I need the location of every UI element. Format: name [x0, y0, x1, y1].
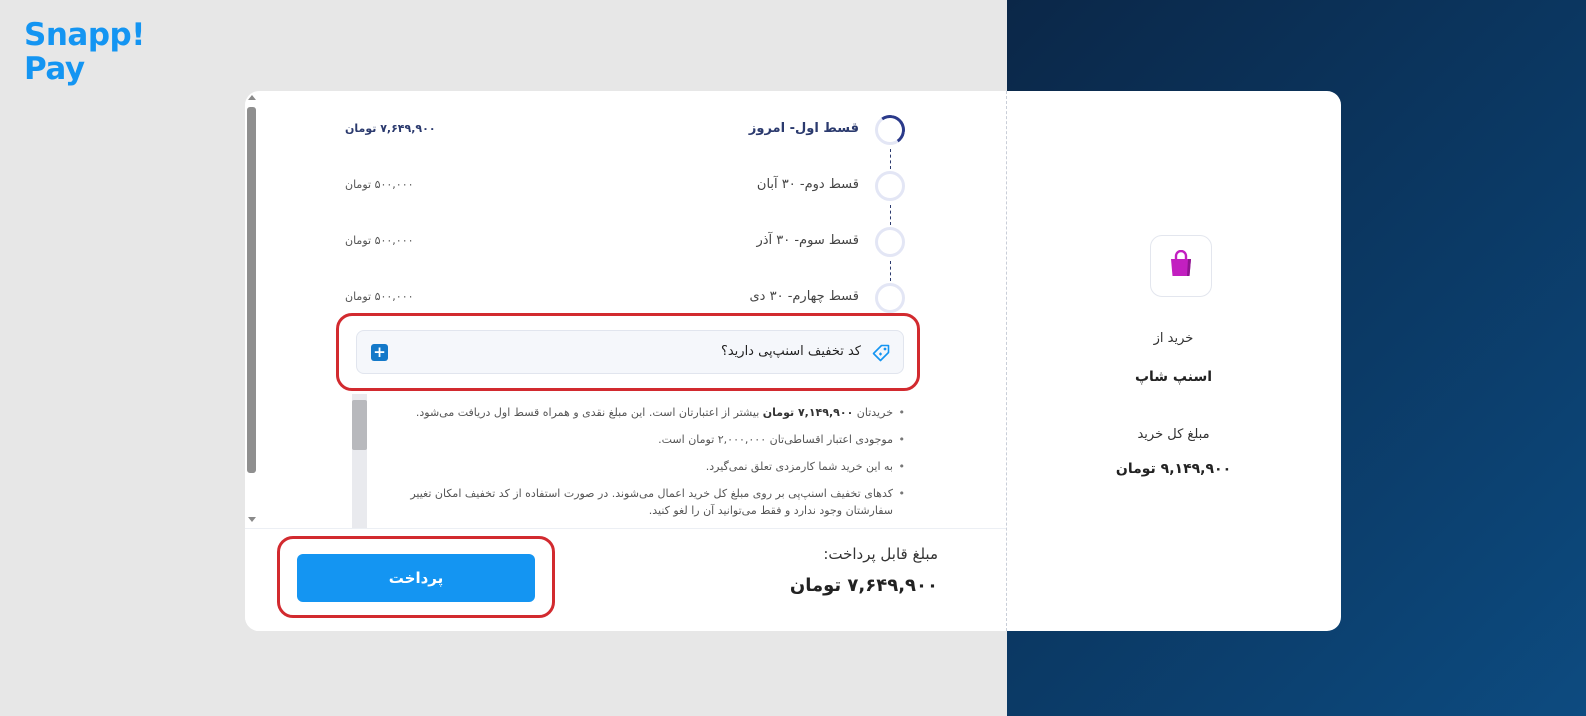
installment-row-2: قسط دوم- ۳۰ آبان ۵۰۰,۰۰۰ تومان [345, 167, 905, 207]
scrollbar[interactable] [245, 91, 259, 531]
notes-scrollbar[interactable] [352, 394, 367, 528]
timeline-dot-icon [875, 227, 905, 257]
payable-amount: ۷,۶۴۹,۹۰۰ تومان [789, 575, 938, 596]
pay-button-highlight: پرداخت [277, 536, 555, 618]
payable-summary: مبلغ قابل پرداخت: ۷,۶۴۹,۹۰۰ تومان [678, 545, 938, 596]
scroll-up-arrow-icon[interactable] [248, 95, 256, 100]
installment-row-1: قسط اول- امروز ۷,۶۴۹,۹۰۰ تومان [345, 111, 905, 151]
shop-logo [1150, 235, 1212, 297]
timeline-dot-icon [875, 171, 905, 201]
timeline-connector [890, 261, 891, 281]
installment-row-3: قسط سوم- ۳۰ آذر ۵۰۰,۰۰۰ تومان [345, 223, 905, 263]
installment-title: قسط دوم- ۳۰ آبان [756, 177, 859, 192]
installment-amount: ۵۰۰,۰۰۰ تومان [345, 234, 414, 247]
discount-label: کد تخفیف اسنپ‌پی دارید؟ [720, 344, 861, 359]
tag-icon [871, 343, 891, 367]
shopping-bag-icon [1168, 249, 1194, 282]
installment-amount: ۵۰۰,۰۰۰ تومان [345, 178, 414, 191]
note-item: خریدتان ۷,۱۴۹,۹۰۰ تومان بیشتر از اعتبارت… [392, 404, 905, 421]
checkout-card: قسط اول- امروز ۷,۶۴۹,۹۰۰ تومان قسط دوم- … [245, 91, 1341, 631]
progress-ring-icon [875, 115, 905, 145]
installment-title: قسط چهارم- ۳۰ دی [749, 289, 859, 304]
total-amount-value: ۹,۱۴۹,۹۰۰ تومان [1115, 461, 1232, 477]
discount-highlight: کد تخفیف اسنپ‌پی دارید؟ + [336, 313, 920, 391]
notes-scrollbar-thumb[interactable] [352, 400, 367, 450]
timeline-dot-icon [875, 283, 905, 313]
discount-code-toggle[interactable]: کد تخفیف اسنپ‌پی دارید؟ + [356, 330, 904, 374]
pay-button[interactable]: پرداخت [297, 554, 535, 602]
note-item: موجودی اعتبار اقساطی‌تان ۲,۰۰۰,۰۰۰ تومان… [392, 431, 905, 448]
timeline-connector [890, 149, 891, 169]
purchase-from-label: خرید از [1153, 331, 1194, 346]
installment-amount: ۷,۶۴۹,۹۰۰ تومان [345, 122, 436, 135]
total-amount-label: مبلغ کل خرید [1137, 427, 1210, 442]
scroll-down-arrow-icon[interactable] [248, 517, 256, 522]
payable-label: مبلغ قابل پرداخت: [823, 545, 938, 563]
snapp-pay-logo: Snapp! Pay [24, 17, 145, 87]
installment-title: قسط سوم- ۳۰ آذر [756, 233, 859, 248]
installment-timeline: قسط اول- امروز ۷,۶۴۹,۹۰۰ تومان قسط دوم- … [345, 111, 905, 313]
shop-name: اسنپ شاپ [1134, 369, 1213, 385]
notes-list: خریدتان ۷,۱۴۹,۹۰۰ تومان بیشتر از اعتبارت… [392, 404, 905, 528]
purchase-summary: خرید از اسنپ شاپ مبلغ کل خرید ۹,۱۴۹,۹۰۰ … [1006, 91, 1341, 631]
summary-divider [1006, 91, 1007, 631]
installment-amount: ۵۰۰,۰۰۰ تومان [345, 290, 414, 303]
notes-panel: خریدتان ۷,۱۴۹,۹۰۰ تومان بیشتر از اعتبارت… [352, 394, 905, 528]
timeline-connector [890, 205, 891, 225]
note-item: به این خرید شما کارمزدی تعلق نمی‌گیرد. [392, 458, 905, 475]
note-item: کدهای تخفیف اسنپ‌پی بر روی مبلغ کل خرید … [392, 485, 905, 519]
payment-footer: مبلغ قابل پرداخت: ۷,۶۴۹,۹۰۰ تومان پرداخت [245, 528, 1006, 631]
scrollbar-thumb[interactable] [247, 107, 256, 473]
plus-icon[interactable]: + [371, 344, 388, 361]
installment-title: قسط اول- امروز [748, 121, 859, 136]
